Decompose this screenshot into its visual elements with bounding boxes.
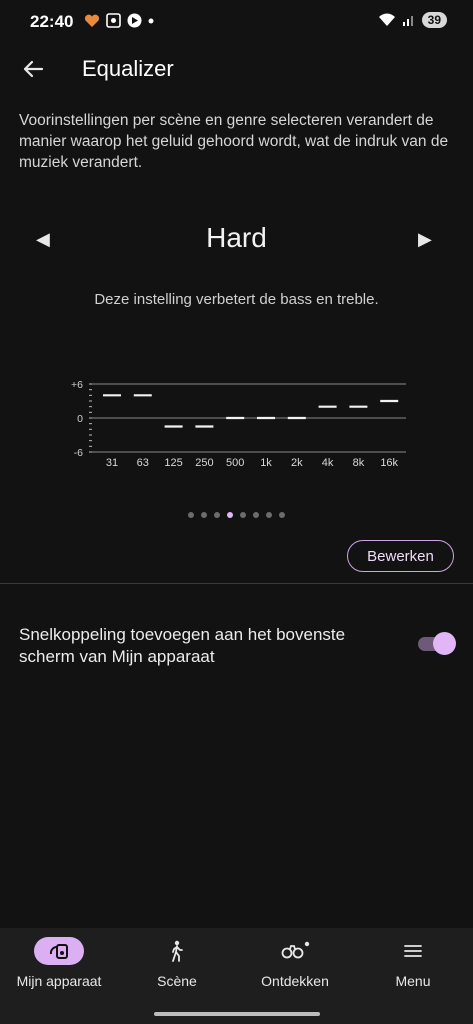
preset-page-indicator <box>0 512 473 518</box>
home-indicator <box>154 1012 320 1016</box>
equalizer-chart-svg: +6 0 -6 31 63 125 250 500 1k 2k 4k 8k 16k <box>71 379 406 469</box>
y-tick-label: +6 <box>71 379 83 391</box>
page-dot <box>188 512 194 518</box>
frequency-label: 500 <box>226 457 244 469</box>
preset-name: Hard <box>206 222 267 253</box>
page-title: Equalizer <box>82 56 174 81</box>
frequency-label: 2k <box>291 457 303 469</box>
more-notifications-dot-icon <box>148 18 154 23</box>
app-header: Equalizer <box>0 48 473 90</box>
nav-label-my-device: Mijn apparaat <box>16 973 102 989</box>
frequency-label: 250 <box>195 457 213 469</box>
page-dot <box>279 512 285 518</box>
battery-indicator: 39 <box>421 12 447 28</box>
signal-icon <box>402 16 413 26</box>
next-preset-icon[interactable]: ▶ <box>418 229 432 250</box>
edit-button[interactable]: Bewerken <box>347 540 454 572</box>
frequency-label: 31 <box>106 457 118 469</box>
shortcut-label: Snelkoppeling toevoegen aan het bovenste… <box>19 625 346 666</box>
back-arrow-icon[interactable] <box>20 56 46 82</box>
divider <box>0 583 473 584</box>
nav-item-scene[interactable]: Scène <box>118 928 236 1008</box>
binoculars-icon <box>281 941 310 959</box>
nav-label-scene: Scène <box>157 973 197 989</box>
notification-icons <box>84 13 154 28</box>
device-icon <box>49 944 68 959</box>
page-dot <box>266 512 272 518</box>
status-bar: 22:40 39 <box>0 0 473 44</box>
heart-notification-icon <box>84 14 100 27</box>
frequency-label: 63 <box>137 457 149 469</box>
shortcut-toggle[interactable] <box>418 632 456 655</box>
frequency-label: 1k <box>260 457 272 469</box>
page-dot <box>201 512 207 518</box>
frequency-label: 16k <box>380 457 398 469</box>
screenshot-notification-icon <box>106 13 121 28</box>
equalizer-chart: +6 0 -6 31 63 125 250 500 1k 2k 4k 8k 16k <box>56 374 416 474</box>
nav-label-menu: Menu <box>395 973 431 989</box>
nav-label-discover: Ontdekken <box>261 973 329 989</box>
y-tick-label: 0 <box>77 413 83 425</box>
preset-description: Deze instelling verbetert de bass en tre… <box>94 291 379 308</box>
nav-item-menu[interactable]: Menu <box>354 928 472 1008</box>
bottom-navigation: Mijn apparaat Scène Ontdekken Menu <box>0 928 473 1024</box>
equalizer-description: Voorinstellingen per scène en genre sele… <box>19 112 449 171</box>
frequency-label: 4k <box>322 457 334 469</box>
status-right: 39 <box>378 12 447 28</box>
app-notification-icon <box>127 13 142 28</box>
page-dot <box>240 512 246 518</box>
y-tick-label: -6 <box>74 447 83 459</box>
frequency-label: 8k <box>353 457 365 469</box>
nav-item-my-device[interactable]: Mijn apparaat <box>0 928 118 1008</box>
toggle-thumb <box>433 632 456 655</box>
wifi-icon <box>378 13 395 26</box>
walking-person-icon <box>172 940 183 962</box>
frequency-label: 125 <box>164 457 182 469</box>
nav-item-discover[interactable]: Ontdekken <box>236 928 354 1008</box>
nav-active-indicator <box>34 937 84 965</box>
page-dot <box>214 512 220 518</box>
page-dot <box>227 512 233 518</box>
page-dot <box>253 512 259 518</box>
status-time: 22:40 <box>30 12 74 31</box>
menu-icon <box>404 945 422 957</box>
